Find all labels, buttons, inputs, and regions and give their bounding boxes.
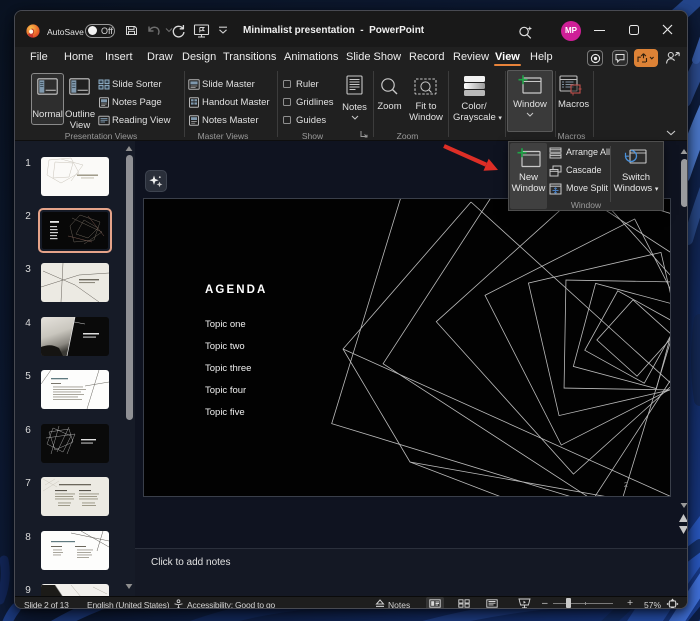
svg-text:2: 2 bbox=[624, 482, 628, 489]
